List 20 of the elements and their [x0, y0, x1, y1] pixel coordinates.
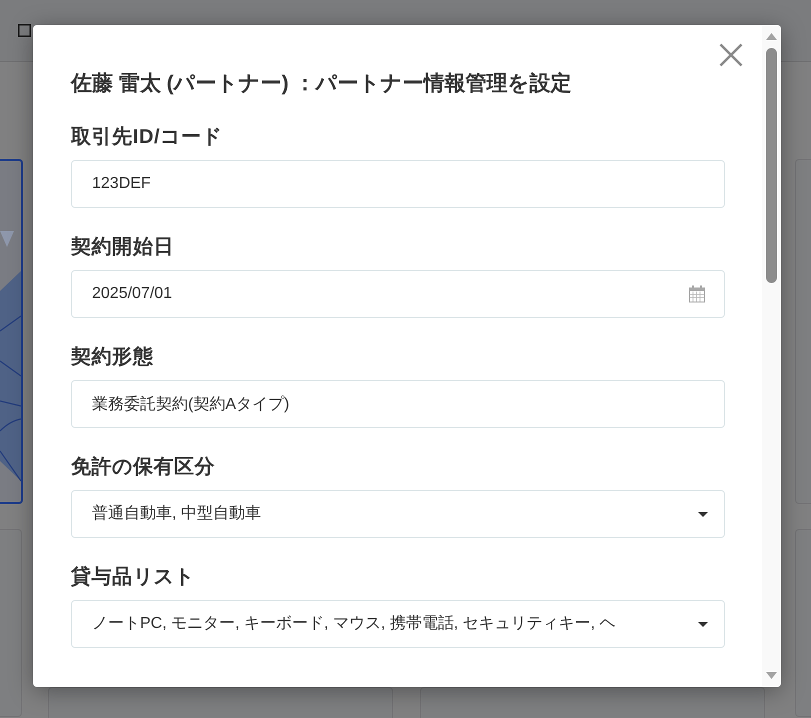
- field-label: 貸与品リスト: [71, 564, 195, 590]
- dropdown-field[interactable]: 普通自動車, 中型自動車: [71, 490, 725, 538]
- close-button[interactable]: [718, 42, 744, 68]
- scrollbar[interactable]: [762, 25, 781, 687]
- caret-icon: [698, 512, 708, 516]
- date-input[interactable]: 2025/07/01: [71, 270, 725, 318]
- field-label: 免許の保有区分: [71, 455, 216, 480]
- square-icon: [18, 24, 31, 37]
- dropdown-field[interactable]: ノートPC, モニター, キーボード, マウス, 携帯電話, セキュリティキー, ヘ: [71, 600, 725, 648]
- scroll-up-icon[interactable]: [766, 33, 777, 40]
- dialog-title: 佐藤 雷太 (パートナー) ：パートナー情報管理を設定: [71, 72, 572, 96]
- scroll-down-icon[interactable]: [766, 672, 777, 679]
- field-label: 取引先ID/コード: [71, 125, 222, 150]
- close-icon: [719, 43, 743, 67]
- caret-icon: [698, 622, 708, 626]
- text-input[interactable]: 123DEF: [71, 160, 725, 208]
- scrollbar-thumb[interactable]: [766, 48, 777, 283]
- field-label: 契約形態: [71, 345, 154, 370]
- text-input[interactable]: 業務委託契約(契約Aタイプ): [71, 380, 725, 428]
- field-label: 契約開始日: [71, 235, 174, 260]
